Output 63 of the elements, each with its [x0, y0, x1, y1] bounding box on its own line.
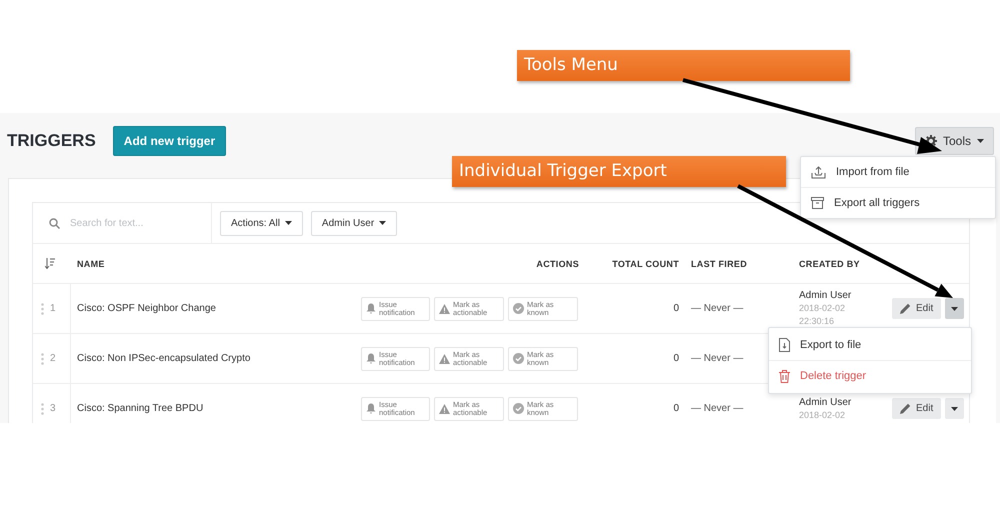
edit-button[interactable]: Edit [892, 398, 942, 419]
total-count: 0 [673, 303, 680, 314]
edit-button[interactable]: Edit [892, 298, 942, 319]
drag-handle-icon[interactable] [41, 302, 44, 314]
created-by: Admin User [799, 289, 852, 302]
warning-icon [439, 404, 450, 414]
last-fired: — Never — [691, 353, 744, 364]
file-icon [779, 338, 790, 352]
row-menu-toggle[interactable] [945, 398, 964, 419]
tools-button[interactable]: Tools [914, 127, 994, 155]
caret-icon [284, 221, 292, 225]
last-fired: — Never — [691, 403, 744, 414]
archive-box-icon [811, 197, 824, 209]
caret-icon [951, 306, 958, 310]
check-circle-icon [513, 403, 524, 414]
row-number: 2 [50, 353, 56, 364]
menu-item[interactable]: Export to file [800, 339, 862, 351]
check-circle-icon [513, 353, 524, 364]
created-by: Admin User [799, 396, 852, 408]
total-count: 0 [673, 353, 680, 364]
upload-tray-icon [811, 166, 826, 178]
caret-icon [379, 221, 386, 225]
gear-icon [924, 135, 937, 147]
bell-icon [366, 353, 376, 364]
drag-handle-icon[interactable] [41, 352, 44, 364]
menu-item[interactable]: Import from file [836, 166, 910, 178]
add-trigger-button[interactable]: Add new trigger [112, 126, 226, 156]
last-fired: — Never — [691, 303, 744, 314]
check-circle-icon [513, 303, 524, 314]
search-icon [49, 218, 60, 228]
pencil-icon [900, 403, 911, 414]
column-header[interactable]: CREATED BY [781, 258, 860, 268]
trash-icon [779, 370, 790, 382]
annotation-callout: Individual Trigger Export [452, 156, 786, 187]
row-number: 3 [50, 403, 56, 414]
trigger-name: Cisco: Non IPSec-encapsulated Crypto [76, 353, 252, 364]
menu-item[interactable]: Delete trigger [800, 370, 866, 382]
created-date: 2018-02-02 [799, 408, 846, 422]
column-header[interactable]: ACTIONS [536, 258, 581, 268]
actions-filter-dropdown[interactable]: Actions: All [220, 210, 303, 236]
warning-icon [439, 354, 450, 364]
caret-icon [977, 139, 984, 143]
trigger-name: Cisco: OSPF Neighbor Change [76, 303, 217, 314]
menu-item[interactable]: Export all triggers [834, 197, 920, 209]
drag-handle-icon[interactable] [41, 402, 44, 414]
caret-icon [951, 406, 958, 410]
trigger-name: Cisco: Spanning Tree BPDU [76, 403, 204, 414]
row-menu-toggle[interactable] [945, 298, 964, 319]
page-title: TRIGGERS [7, 131, 96, 151]
total-count: 0 [673, 403, 680, 414]
bell-icon [366, 403, 376, 414]
sort-icon[interactable] [45, 258, 55, 269]
row-number: 1 [50, 303, 56, 314]
warning-icon [439, 304, 450, 314]
column-header[interactable]: NAME [71, 258, 105, 268]
column-header[interactable]: LAST FIRED [691, 258, 747, 268]
pencil-icon [900, 303, 911, 314]
bell-icon [366, 303, 376, 314]
user-filter-dropdown[interactable]: Admin User [310, 210, 398, 236]
created-date: 2018-02-02 [799, 302, 846, 315]
column-header[interactable]: TOTAL COUNT [612, 258, 691, 268]
created-time: 22:30:16 [799, 315, 836, 328]
annotation-callout: Tools Menu [517, 50, 850, 81]
